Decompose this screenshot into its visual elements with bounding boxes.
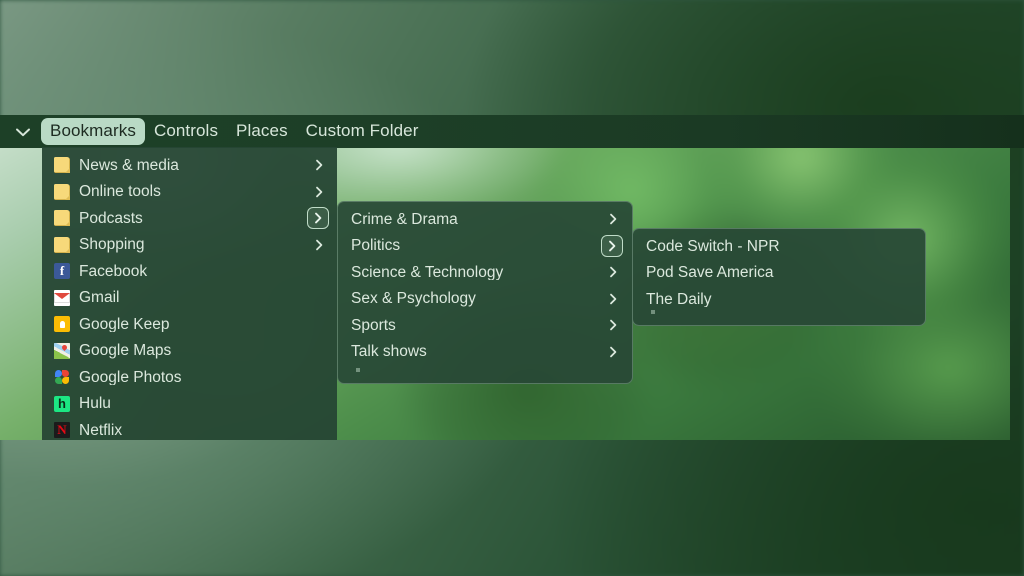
menu-item-label: Gmail	[79, 290, 120, 306]
menu-item-hulu[interactable]: h Hulu	[42, 391, 337, 418]
menu-item-google-photos[interactable]: Google Photos	[42, 364, 337, 391]
menu-item-label: Code Switch - NPR	[646, 238, 780, 254]
submenu-item-the-daily[interactable]: The Daily	[633, 286, 925, 313]
chevron-right-icon[interactable]	[307, 207, 329, 230]
resize-dot	[356, 368, 360, 372]
menu-item-gmail[interactable]: Gmail	[42, 285, 337, 312]
chevron-right-icon[interactable]	[309, 182, 329, 202]
menu-item-label: Talk shows	[351, 344, 427, 360]
chevron-right-icon[interactable]	[603, 315, 623, 335]
menu-item-label: Crime & Drama	[351, 211, 458, 227]
folder-icon	[54, 210, 70, 227]
menu-item-shopping[interactable]: Shopping	[42, 232, 337, 259]
submenu-item-pod-save-america[interactable]: Pod Save America	[633, 260, 925, 287]
folder-icon	[54, 157, 70, 174]
hulu-icon: h	[54, 395, 70, 412]
chevron-right-icon[interactable]	[603, 342, 623, 362]
menu-item-label: Sports	[351, 317, 396, 333]
menu-item-label: News & media	[79, 157, 179, 173]
folder-icon	[54, 183, 70, 200]
menu-item-google-maps[interactable]: Google Maps	[42, 338, 337, 365]
menu-item-label: Politics	[351, 238, 401, 254]
menu-tab-controls[interactable]: Controls	[145, 119, 227, 144]
submenu-item-sports[interactable]: Sports	[338, 312, 632, 339]
facebook-icon: f	[54, 263, 70, 280]
chevron-right-icon[interactable]	[603, 289, 623, 309]
politics-submenu-panel: Code Switch - NPR Pod Save America The D…	[632, 228, 926, 326]
chevron-right-icon[interactable]	[603, 209, 623, 229]
menu-item-label: Podcasts	[79, 210, 143, 226]
menu-item-label: Google Photos	[79, 369, 182, 385]
menu-item-label: Pod Save America	[646, 265, 774, 281]
submenu-item-sex-and-psychology[interactable]: Sex & Psychology	[338, 286, 632, 313]
netflix-icon: N	[54, 422, 70, 439]
submenu-item-politics[interactable]: Politics	[338, 233, 632, 260]
podcasts-submenu-panel: Crime & Drama Politics Science & Technol…	[337, 201, 633, 384]
bookmarks-menu-panel: News & media Online tools Podcasts Shopp…	[42, 147, 337, 440]
menu-item-label: Shopping	[79, 237, 145, 253]
chevron-right-icon[interactable]	[603, 262, 623, 282]
menu-item-podcasts[interactable]: Podcasts	[42, 205, 337, 232]
menu-item-label: Facebook	[79, 263, 148, 279]
menu-item-label: Google Maps	[79, 343, 172, 359]
menu-item-facebook[interactable]: f Facebook	[42, 258, 337, 285]
chevron-right-icon[interactable]	[601, 234, 623, 257]
chevron-right-icon[interactable]	[309, 155, 329, 175]
screen: Bookmarks Controls Places Custom Folder …	[0, 0, 1024, 576]
menu-tab-bookmarks[interactable]: Bookmarks	[41, 118, 145, 145]
menu-item-label: The Daily	[646, 291, 712, 307]
folder-icon	[54, 236, 70, 253]
resize-dot	[651, 310, 655, 314]
menu-item-news-and-media[interactable]: News & media	[42, 152, 337, 179]
menu-item-label: Sex & Psychology	[351, 291, 476, 307]
submenu-item-crime-and-drama[interactable]: Crime & Drama	[338, 206, 632, 233]
google-photos-icon	[54, 369, 70, 385]
google-maps-icon	[54, 342, 70, 359]
menu-item-label: Netflix	[79, 422, 123, 438]
menu-item-online-tools[interactable]: Online tools	[42, 179, 337, 206]
google-keep-icon	[54, 316, 70, 333]
menu-item-netflix[interactable]: N Netflix	[42, 417, 337, 444]
menu-item-label: Science & Technology	[351, 264, 504, 280]
menu-item-label: Google Keep	[79, 316, 170, 332]
menu-item-google-keep[interactable]: Google Keep	[42, 311, 337, 338]
submenu-item-code-switch-npr[interactable]: Code Switch - NPR	[633, 233, 925, 260]
submenu-item-talk-shows[interactable]: Talk shows	[338, 339, 632, 366]
chevron-down-icon[interactable]	[10, 119, 36, 145]
menu-item-label: Online tools	[79, 184, 161, 200]
submenu-item-science-and-technology[interactable]: Science & Technology	[338, 259, 632, 286]
chevron-right-icon[interactable]	[309, 235, 329, 255]
menu-tab-places[interactable]: Places	[227, 119, 297, 144]
menu-bar: Bookmarks Controls Places Custom Folder	[0, 115, 1024, 148]
menu-item-label: Hulu	[79, 396, 111, 412]
menu-tab-custom-folder[interactable]: Custom Folder	[297, 119, 428, 144]
gmail-icon	[54, 289, 70, 306]
